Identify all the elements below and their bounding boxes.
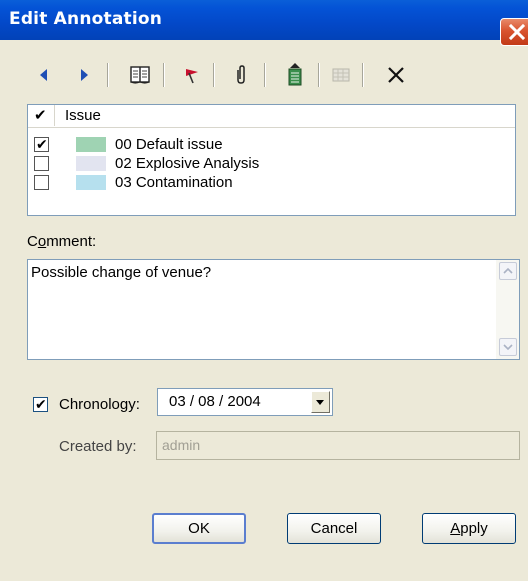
close-icon [508,23,526,41]
next-button[interactable] [70,60,98,90]
issue-color-swatch [76,156,106,171]
chronology-date-picker[interactable]: 03 / 08 / 2004 [157,388,333,416]
grid-disabled-icon [332,68,350,82]
chronology-checkbox[interactable]: ✔ [33,396,48,412]
list-item[interactable]: 03 Contamination [28,173,515,192]
paperclip-icon [237,65,245,84]
created-by-label: Created by: [59,438,137,455]
toolbar-separator [318,63,320,87]
toolbar [0,60,528,94]
toolbar-separator [362,63,364,87]
issue-label: 03 Contamination [115,174,233,191]
close-button[interactable] [500,18,528,46]
flag-button[interactable] [178,60,206,90]
issue-color-swatch [76,175,106,190]
scroll-up-button[interactable] [499,262,517,280]
comment-label: Comment: [27,233,97,250]
close-x-icon [388,67,404,83]
toolbar-separator [213,63,215,87]
created-by-value: admin [162,437,201,453]
check-mark-icon: ✔ [35,396,47,412]
chronology-label: Chronology: [59,396,140,413]
issue-label: 00 Default issue [115,136,223,153]
document-arrow-icon [288,63,302,86]
chevron-down-icon [503,344,513,351]
chevron-up-icon [503,267,513,274]
arrow-right-icon [81,69,88,81]
attach-button[interactable] [227,60,255,90]
issue-label: 02 Explosive Analysis [115,155,260,172]
grid-button[interactable] [327,60,355,90]
scroll-down-button[interactable] [499,338,517,356]
toolbar-separator [264,63,266,87]
issue-list[interactable]: ✔ Issue ✔ 00 Default issue 02 Explosive … [27,104,516,216]
toolbar-separator [163,63,165,87]
issue-checkbox[interactable]: ✔ [34,136,49,152]
date-dropdown-button[interactable] [311,391,330,413]
list-item[interactable]: 02 Explosive Analysis [28,154,515,173]
apply-button[interactable]: Apply [422,513,516,544]
issue-checkbox[interactable] [34,156,49,171]
header-issue-column[interactable]: Issue [65,107,101,124]
delete-button[interactable] [382,60,410,90]
issue-checkbox[interactable] [34,175,49,190]
arrow-left-icon [40,69,47,81]
comment-text: Possible change of venue? [31,264,212,281]
title-bar: Edit Annotation [0,0,528,40]
document-button[interactable] [281,60,309,90]
toolbar-separator [107,63,109,87]
check-mark-icon: ✔ [36,136,48,152]
created-by-field: admin [156,431,520,460]
comment-scrollbar[interactable] [496,260,519,359]
chronology-date-value: 03 / 08 / 2004 [169,393,261,410]
issue-color-swatch [76,137,106,152]
cancel-button[interactable]: Cancel [287,513,381,544]
book-icon [130,66,150,84]
header-check-column[interactable]: ✔ [28,105,55,126]
dropdown-arrow-icon [316,400,324,405]
issue-list-header: ✔ Issue [28,105,515,128]
previous-button[interactable] [30,60,58,90]
flag-icon [186,69,198,84]
list-item[interactable]: ✔ 00 Default issue [28,135,515,154]
open-book-button[interactable] [126,60,154,90]
comment-textarea[interactable]: Possible change of venue? [27,259,520,360]
header-check-icon: ✔ [34,107,47,124]
window-title: Edit Annotation [9,9,163,29]
ok-button[interactable]: OK [152,513,246,544]
